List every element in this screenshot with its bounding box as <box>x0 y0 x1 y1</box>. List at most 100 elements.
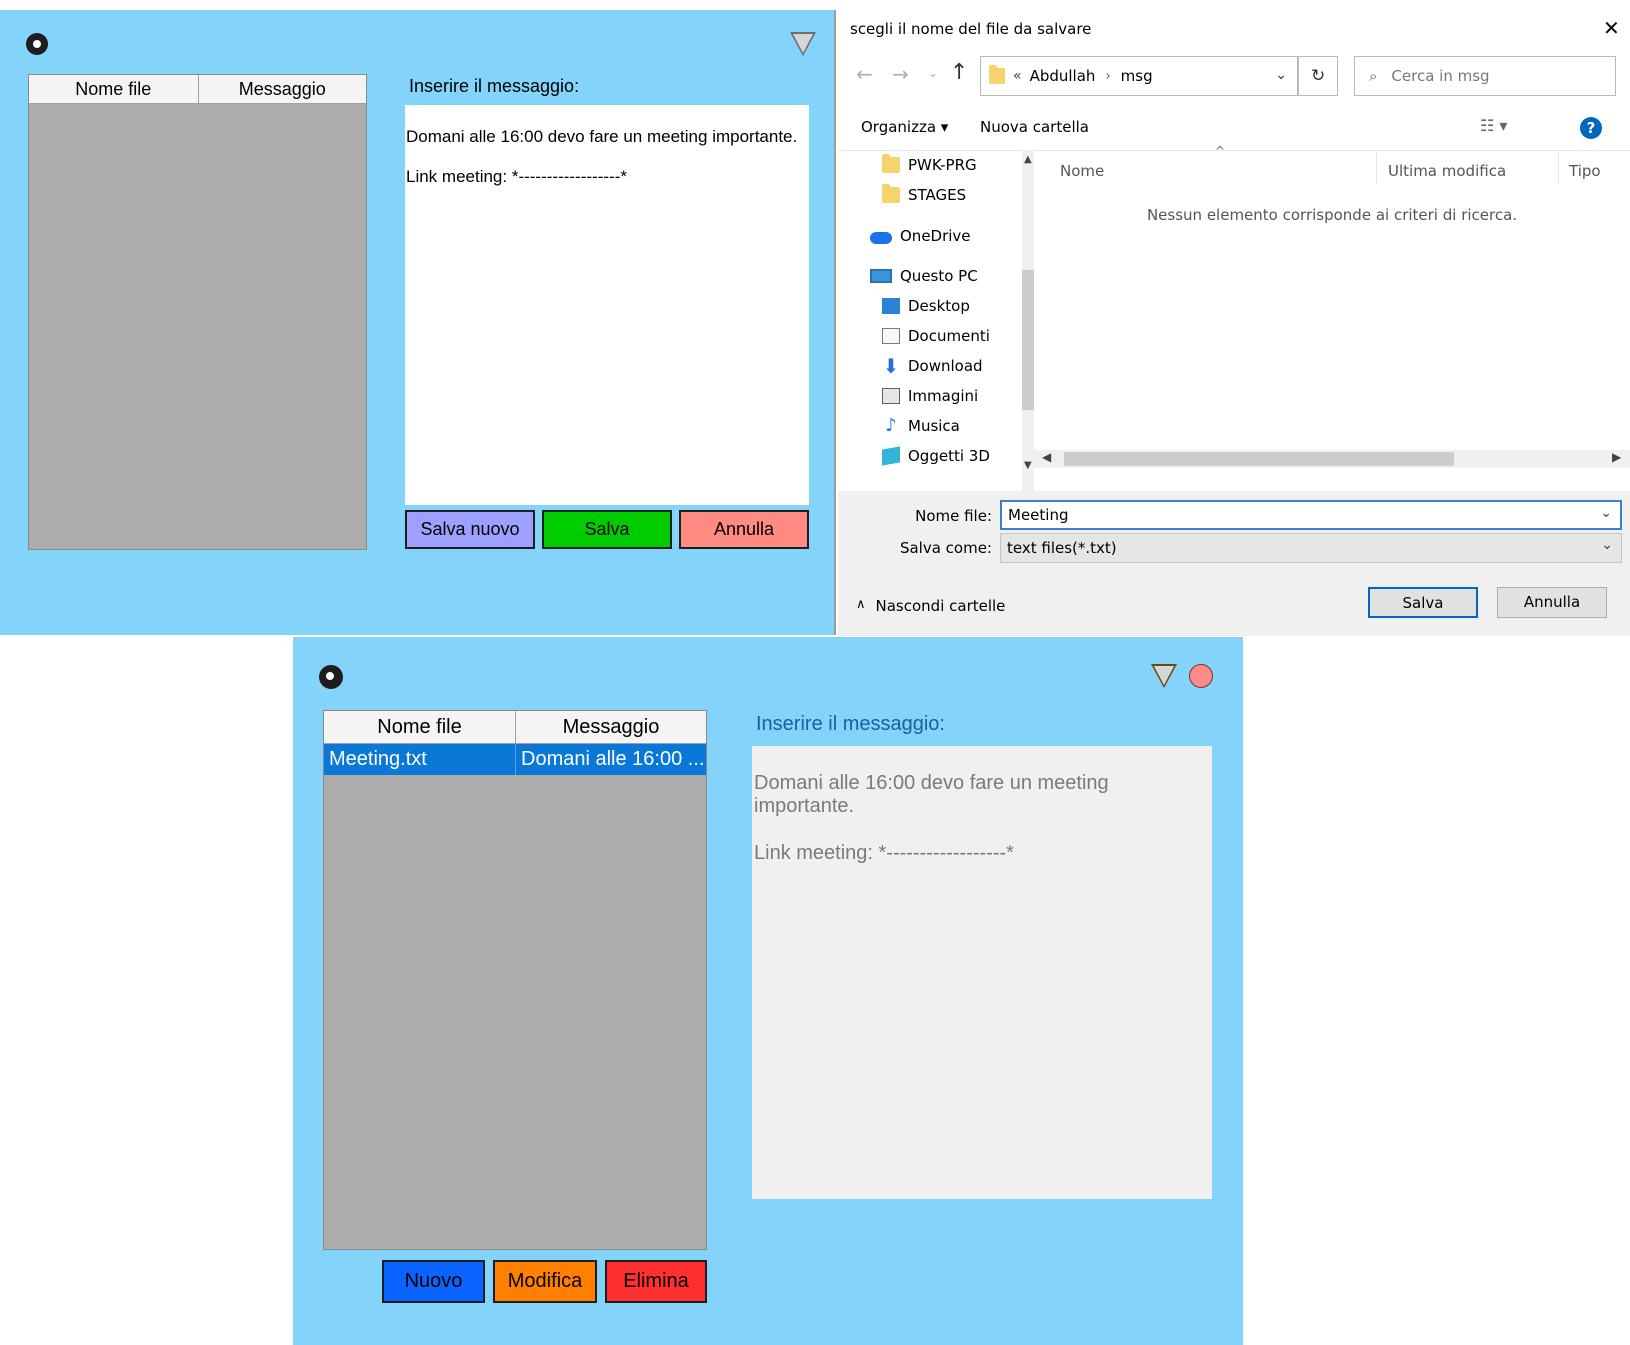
column-divider <box>1376 152 1377 184</box>
nav-label: Immagini <box>908 387 979 405</box>
nav-item-stages[interactable]: STAGES <box>882 181 966 209</box>
breadcrumb-item-abdullah[interactable]: Abdullah <box>1030 67 1096 85</box>
dialog-save-button[interactable]: Salva <box>1368 587 1478 618</box>
app-menu-icon[interactable] <box>26 33 48 55</box>
nav-label: OneDrive <box>900 227 971 245</box>
message-text-line2: Link meeting: *------------------* <box>406 167 627 187</box>
new-button[interactable]: Nuovo <box>382 1260 485 1303</box>
nav-scrollbar[interactable]: ▲ ▼ <box>1022 150 1034 492</box>
hide-folders-label: Nascondi cartelle <box>875 597 1006 615</box>
message-label: Inserire il messaggio: <box>756 713 945 735</box>
horizontal-scrollbar[interactable]: ◀ ▶ <box>1034 450 1630 468</box>
breadcrumb-separator-icon: › <box>1105 68 1111 84</box>
up-arrow-icon[interactable]: ↑ <box>950 60 968 85</box>
message-textarea-readonly: Domani alle 16:00 devo fare un meeting i… <box>752 746 1212 1199</box>
save-button[interactable]: Salva <box>542 510 672 549</box>
column-header-modified[interactable]: Ultima modifica <box>1388 162 1506 180</box>
file-list-pane: ^ Nome Ultima modifica Tipo Nessun eleme… <box>1034 144 1630 492</box>
message-text-line1: Domani alle 16:00 devo fare un meeting i… <box>406 127 798 147</box>
save-file-dialog: scegli il nome del file da salvare ✕ ← →… <box>838 10 1630 636</box>
breadcrumb-item-msg[interactable]: msg <box>1121 67 1153 85</box>
view-options-icon[interactable]: ☷ ▾ <box>1480 116 1507 135</box>
message-text-line1: Domani alle 16:00 devo fare un meeting i… <box>754 771 1109 818</box>
nav-label: Oggetti 3D <box>908 447 990 465</box>
scroll-down-arrow-icon[interactable]: ▼ <box>1024 460 1032 471</box>
nav-item-documenti[interactable]: Documenti <box>882 322 990 350</box>
list-cell-file: Meeting.txt <box>324 744 516 775</box>
delete-button[interactable]: Elimina <box>605 1260 707 1303</box>
nav-scrollbar-thumb[interactable] <box>1022 270 1034 410</box>
list-cell-message: Domani alle 16:00 ... <box>521 748 705 770</box>
nav-item-desktop[interactable]: Desktop <box>882 292 970 320</box>
hide-folders-toggle[interactable]: ∧ Nascondi cartelle <box>856 597 1005 615</box>
edit-button[interactable]: Modifica <box>493 1260 597 1303</box>
savetype-dropdown-chevron-icon[interactable]: ⌄ <box>1601 537 1613 553</box>
search-icon: ⌕ <box>1369 67 1378 85</box>
column-header-type[interactable]: Tipo <box>1569 162 1601 180</box>
recent-locations-chevron-icon[interactable]: ⌄ <box>928 66 938 80</box>
files-list[interactable]: Nome file Messaggio <box>28 74 367 550</box>
column-header-message[interactable]: Messaggio <box>516 711 706 743</box>
scroll-left-arrow-icon[interactable]: ◀ <box>1042 450 1051 464</box>
nav-item-pwk-prg[interactable]: PWK-PRG <box>882 151 977 179</box>
pictures-icon <box>882 388 900 404</box>
address-dropdown-chevron-icon[interactable]: ⌄ <box>1275 67 1287 83</box>
filename-label: Nome file: <box>915 507 992 525</box>
documents-icon <box>882 328 900 344</box>
computer-icon <box>870 269 892 283</box>
minimize-triangle-icon[interactable] <box>1151 664 1177 688</box>
nav-label: Desktop <box>908 297 970 315</box>
save-new-button[interactable]: Salva nuovo <box>405 510 535 549</box>
breadcrumb-overflow[interactable]: « <box>1013 68 1022 84</box>
message-textarea[interactable]: Domani alle 16:00 devo fare un meeting i… <box>405 105 809 505</box>
savetype-label: Salva come: <box>899 539 992 557</box>
nav-label: Musica <box>908 417 960 435</box>
folder-icon <box>882 154 900 173</box>
filename-input[interactable]: Meeting ⌄ <box>1000 500 1622 530</box>
back-arrow-icon[interactable]: ← <box>856 62 873 86</box>
files-list-header: Nome file Messaggio <box>324 711 706 744</box>
nav-item-oggetti-3d[interactable]: Oggetti 3D <box>882 442 990 470</box>
app-window-viewer: Nome file Messaggio Meeting.txt Domani a… <box>293 637 1243 1345</box>
column-header-message[interactable]: Messaggio <box>199 75 367 103</box>
scroll-right-arrow-icon[interactable]: ▶ <box>1612 450 1621 464</box>
nav-item-questo-pc[interactable]: Questo PC <box>870 262 978 290</box>
nav-item-musica[interactable]: ♪ Musica <box>882 412 960 440</box>
column-header-file[interactable]: Nome file <box>29 75 199 103</box>
desktop-icon <box>882 298 900 314</box>
column-header-file[interactable]: Nome file <box>324 711 516 743</box>
folder-icon <box>882 184 900 203</box>
filename-dropdown-chevron-icon[interactable]: ⌄ <box>1600 505 1612 521</box>
objects3d-icon <box>882 446 900 466</box>
dialog-close-icon[interactable]: ✕ <box>1603 16 1620 40</box>
dialog-cancel-button[interactable]: Annulla <box>1497 587 1607 618</box>
sort-ascending-icon: ^ <box>1215 144 1226 158</box>
savetype-select[interactable]: text files(*.txt) ⌄ <box>1000 533 1622 563</box>
column-header-name[interactable]: Nome <box>1060 162 1104 180</box>
new-folder-button[interactable]: Nuova cartella <box>980 118 1089 136</box>
files-list[interactable]: Nome file Messaggio Meeting.txt Domani a… <box>323 710 707 1250</box>
help-icon[interactable]: ? <box>1580 117 1602 139</box>
scroll-up-arrow-icon[interactable]: ▲ <box>1024 154 1032 165</box>
nav-label: STAGES <box>908 186 967 204</box>
organize-menu-button[interactable]: Organizza ▾ <box>861 118 948 136</box>
refresh-icon[interactable]: ↻ <box>1298 56 1338 96</box>
list-item[interactable]: Meeting.txt Domani alle 16:00 ... <box>324 744 706 775</box>
nav-item-download[interactable]: ⬇ Download <box>882 352 983 380</box>
address-bar[interactable]: « Abdullah › msg ⌄ <box>980 56 1298 96</box>
savetype-value: text files(*.txt) <box>1007 539 1117 557</box>
nav-item-onedrive[interactable]: OneDrive <box>870 222 971 250</box>
app-menu-icon[interactable] <box>319 665 343 689</box>
download-icon: ⬇ <box>882 354 900 378</box>
minimize-triangle-icon[interactable] <box>790 32 816 56</box>
forward-arrow-icon[interactable]: → <box>892 62 909 86</box>
nav-item-immagini[interactable]: Immagini <box>882 382 978 410</box>
cancel-button[interactable]: Annulla <box>679 510 809 549</box>
search-input[interactable]: ⌕ Cerca in msg <box>1354 56 1616 96</box>
horizontal-scrollbar-thumb[interactable] <box>1064 452 1454 466</box>
nav-label: Documenti <box>908 327 990 345</box>
files-list-header: Nome file Messaggio <box>29 75 366 104</box>
close-circle-icon[interactable] <box>1189 664 1213 688</box>
nav-label: PWK-PRG <box>908 156 977 174</box>
search-placeholder: Cerca in msg <box>1391 67 1490 85</box>
